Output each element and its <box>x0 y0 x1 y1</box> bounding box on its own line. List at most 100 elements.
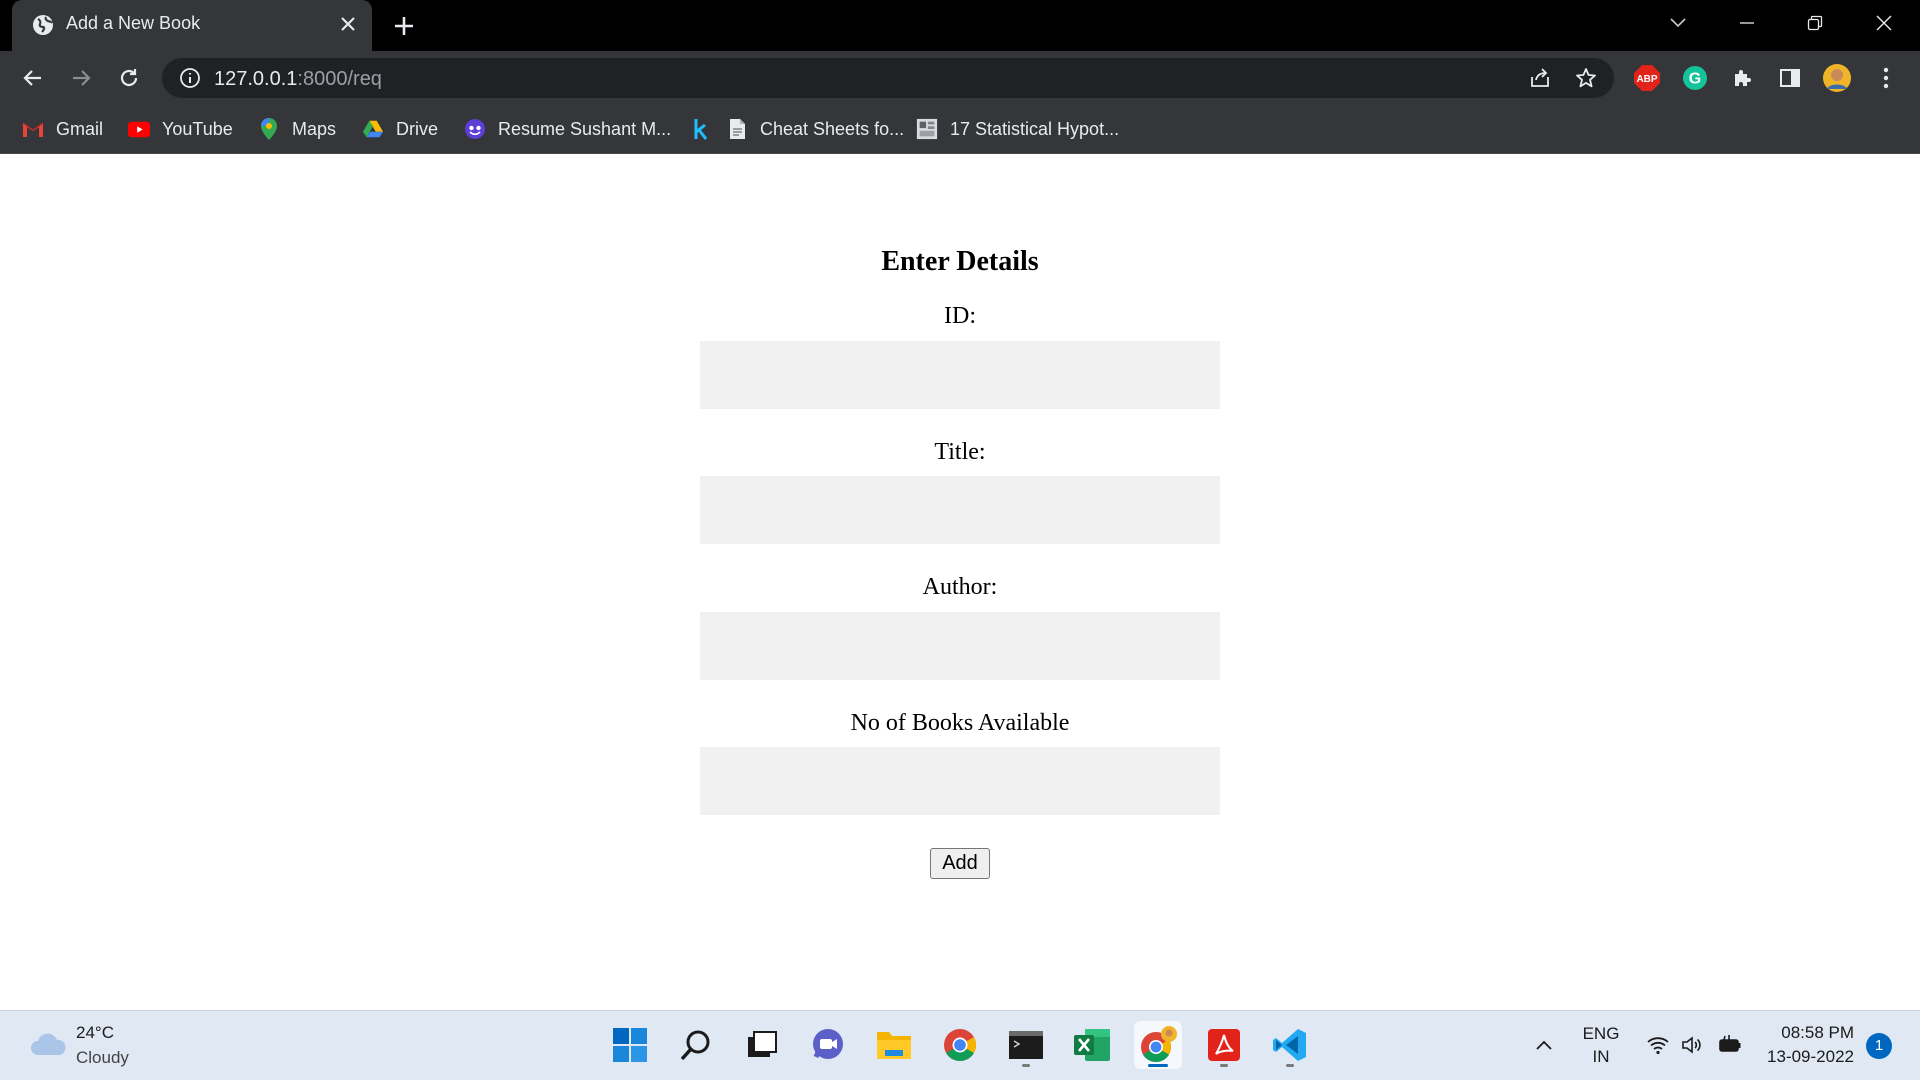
chevron-up-icon[interactable] <box>1532 1033 1556 1057</box>
avatar <box>1823 64 1851 92</box>
close-icon <box>1876 15 1892 31</box>
bookmarks-bar: Gmail YouTube Maps Drive Resume Sushant … <box>0 104 1920 154</box>
form-heading: Enter Details <box>881 246 1039 277</box>
active-indicator <box>1148 1064 1168 1067</box>
teams-chat-button[interactable] <box>804 1021 852 1069</box>
excel-button[interactable] <box>1068 1021 1116 1069</box>
bookmark-label: Cheat Sheets fo... <box>760 118 905 139</box>
id-label: ID: <box>944 303 976 329</box>
wifi-icon[interactable] <box>1646 1033 1670 1057</box>
browser-menu-button[interactable] <box>1871 63 1901 93</box>
excel-icon <box>1074 1029 1110 1061</box>
running-indicator <box>1022 1064 1030 1067</box>
new-tab-icon[interactable] <box>390 12 418 40</box>
chevron-down-icon <box>1670 18 1686 28</box>
id-input[interactable] <box>700 341 1220 409</box>
arrow-left-icon <box>23 70 41 86</box>
folder-icon <box>877 1032 911 1059</box>
search-button[interactable] <box>672 1021 720 1069</box>
books-available-input[interactable] <box>700 747 1220 815</box>
weather-temperature[interactable]: 24°C <box>76 1023 114 1043</box>
maps-icon <box>258 118 280 140</box>
language-indicator-lang[interactable]: ENG <box>1578 1024 1624 1044</box>
side-panel-icon <box>1780 69 1800 87</box>
windows-start-icon <box>613 1028 647 1062</box>
task-view-button[interactable] <box>738 1021 786 1069</box>
clock-time[interactable]: 08:58 PM <box>1764 1023 1854 1043</box>
k-icon <box>690 118 712 140</box>
start-button[interactable] <box>606 1021 654 1069</box>
vscode-icon <box>1273 1029 1306 1061</box>
tab-title: Add a New Book <box>66 13 201 33</box>
weather-description[interactable]: Cloudy <box>76 1048 129 1068</box>
browser-titlebar: Add a New Book <box>0 0 1920 51</box>
bookmark-drive[interactable]: Drive <box>362 116 438 142</box>
close-tab-icon[interactable] <box>336 12 360 36</box>
browser-tab-active[interactable]: Add a New Book <box>12 0 372 51</box>
url-text[interactable]: 127.0.0.1:8000/req <box>214 68 382 91</box>
author-input[interactable] <box>700 612 1220 680</box>
side-panel-button[interactable] <box>1775 63 1805 93</box>
resume-icon <box>464 118 486 140</box>
acrobat-button[interactable] <box>1200 1021 1248 1069</box>
profile-button[interactable] <box>1822 63 1852 93</box>
vscode-button[interactable] <box>1266 1021 1314 1069</box>
minimize-button[interactable] <box>1713 0 1781 46</box>
reload-button[interactable] <box>114 63 144 93</box>
books-available-label: No of Books Available <box>850 710 1070 736</box>
terminal-button[interactable] <box>1002 1021 1050 1069</box>
bookmark-resume[interactable]: Resume Sushant M... <box>464 116 671 142</box>
puzzle-icon <box>1735 70 1751 86</box>
bookmark-label: 17 Statistical Hypot... <box>950 118 1120 139</box>
chrome-profile-icon <box>1141 1026 1177 1062</box>
star-icon[interactable] <box>1574 66 1598 90</box>
file-explorer-button[interactable] <box>870 1021 918 1069</box>
abp-icon: ABP <box>1634 65 1660 91</box>
battery-icon[interactable] <box>1718 1033 1742 1057</box>
restore-icon <box>1807 15 1823 31</box>
title-label: Title: <box>934 439 986 465</box>
url-host: 127.0.0.1 <box>214 68 298 90</box>
close-window-button[interactable] <box>1850 0 1918 46</box>
reload-icon <box>120 69 138 87</box>
share-icon[interactable] <box>1528 66 1552 90</box>
address-bar[interactable]: 127.0.0.1:8000/req <box>162 58 1614 98</box>
gmail-icon <box>22 118 44 140</box>
acrobat-icon <box>1208 1029 1240 1061</box>
bookmark-label: YouTube <box>162 118 233 139</box>
chrome-button[interactable] <box>936 1021 984 1069</box>
grammarly-extension[interactable]: G <box>1680 63 1710 93</box>
page-content: Enter Details ID: Title: Author: No of B… <box>0 155 1920 1010</box>
bookmark-statistical-hypothesis[interactable]: 17 Statistical Hypot... <box>916 116 1119 142</box>
volume-icon[interactable] <box>1680 1033 1704 1057</box>
language-indicator-region[interactable]: IN <box>1578 1047 1624 1067</box>
tab-search-button[interactable] <box>1644 0 1712 46</box>
add-button[interactable]: Add <box>930 848 990 879</box>
bookmark-label: Resume Sushant M... <box>498 118 672 139</box>
back-button[interactable] <box>18 63 48 93</box>
grammarly-icon-label: G <box>1689 71 1701 88</box>
bookmark-gmail[interactable]: Gmail <box>22 116 103 142</box>
notification-badge[interactable]: 1 <box>1866 1033 1892 1059</box>
search-icon <box>680 1030 710 1061</box>
forward-button[interactable] <box>66 63 96 93</box>
bookmark-maps[interactable]: Maps <box>258 116 336 142</box>
terminal-icon <box>1009 1031 1043 1059</box>
title-input[interactable] <box>700 476 1220 544</box>
clock-date[interactable]: 13-09-2022 <box>1752 1047 1854 1067</box>
info-icon[interactable] <box>178 66 202 90</box>
browser-toolbar: 127.0.0.1:8000/req ABP G <box>0 51 1920 104</box>
youtube-icon <box>128 118 150 140</box>
bookmark-k[interactable] <box>690 116 724 142</box>
restore-button[interactable] <box>1781 0 1849 46</box>
chrome-profile-button[interactable] <box>1134 1021 1182 1069</box>
cloud-icon[interactable] <box>28 1029 68 1061</box>
adblock-plus-extension[interactable]: ABP <box>1632 63 1662 93</box>
bookmark-cheat-sheets[interactable]: Cheat Sheets fo... <box>726 116 904 142</box>
extensions-button[interactable] <box>1728 63 1758 93</box>
minimize-icon <box>1740 22 1754 24</box>
document-icon <box>726 118 748 140</box>
bookmark-youtube[interactable]: YouTube <box>128 116 233 142</box>
windows-taskbar: 24°C Cloudy ENG IN 08:58 PM 13-09-2022 1 <box>0 1010 1920 1080</box>
image-icon <box>916 118 938 140</box>
